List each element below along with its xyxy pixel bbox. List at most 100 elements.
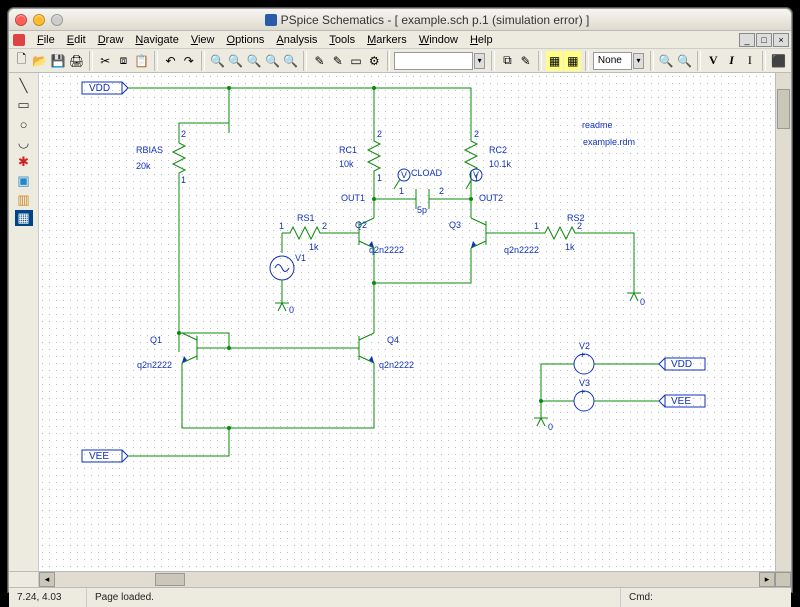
zoom-area-icon[interactable]: 🔍 xyxy=(264,51,281,71)
undo-icon[interactable]: ↶ xyxy=(162,51,179,71)
draw-bus-icon[interactable]: ✎ xyxy=(329,51,346,71)
text-marker-icon[interactable]: I xyxy=(741,51,758,71)
schematic-canvas[interactable]: VDD VEE 2 1 RBIAS 20k 2 1 RC1 10k 2 1 RC… xyxy=(39,73,775,571)
q2-ref: Q2 xyxy=(355,220,367,230)
svg-text:0: 0 xyxy=(289,305,294,315)
layer-combo[interactable]: None xyxy=(593,52,632,70)
pin-1: 2 xyxy=(181,129,186,139)
scroll-right-button[interactable]: ▸ xyxy=(759,572,775,587)
mdi-close-button[interactable]: × xyxy=(773,33,789,47)
menu-edit[interactable]: Edit xyxy=(61,32,92,48)
status-message: Page loaded. xyxy=(87,588,621,607)
port-palette-icon[interactable]: ▣ xyxy=(13,172,35,190)
rect-tool-icon[interactable]: ▭ xyxy=(13,96,35,114)
part-combo[interactable] xyxy=(394,52,473,70)
marker-vdiff-icon[interactable]: V xyxy=(705,51,722,71)
readme-title: readme xyxy=(582,120,613,130)
menu-markers[interactable]: Markers xyxy=(361,32,413,48)
menu-navigate[interactable]: Navigate xyxy=(129,32,184,48)
menu-file[interactable]: File xyxy=(31,32,61,48)
status-coord: 7.24, 4.03 xyxy=(9,588,87,607)
q4-mdl: q2n2222 xyxy=(379,360,414,370)
rbias-val: 20k xyxy=(136,161,151,171)
menu-bar: File Edit Draw Navigate View Options Ana… xyxy=(9,31,791,49)
print-icon[interactable]: 🖨 xyxy=(68,51,85,71)
v1-ref: V1 xyxy=(295,253,306,263)
svg-text:+: + xyxy=(580,350,585,360)
rc1-ref: RC1 xyxy=(339,145,357,155)
port-vee-bot: VEE xyxy=(89,451,109,462)
v2-ref: V2 xyxy=(579,341,590,351)
vertical-scroll-thumb[interactable] xyxy=(777,89,790,129)
open-file-icon[interactable]: 📂 xyxy=(31,51,48,71)
save-file-icon[interactable]: 💾 xyxy=(50,51,67,71)
rs1-ref: RS1 xyxy=(297,213,315,223)
cload-ref: CLOAD xyxy=(411,168,443,178)
paste-icon[interactable]: 📋 xyxy=(133,51,150,71)
edit-attr-icon[interactable]: ✎ xyxy=(517,51,534,71)
app-menu-icon[interactable] xyxy=(13,34,25,46)
menu-draw[interactable]: Draw xyxy=(92,32,130,48)
port-vee-r: VEE xyxy=(671,396,691,407)
line-tool-icon[interactable]: ╲ xyxy=(13,77,35,95)
scroll-corner xyxy=(775,572,791,587)
arc-tool-icon[interactable]: ◡ xyxy=(13,134,35,152)
mac-titlebar: PSpice Schematics - [ example.sch p.1 (s… xyxy=(9,9,791,31)
part-combo-dropdown[interactable]: ▾ xyxy=(474,53,485,69)
marker-i-icon[interactable]: 🔍 xyxy=(676,51,693,71)
zoom-fit-icon[interactable]: 🔍 xyxy=(282,51,299,71)
svg-text:2: 2 xyxy=(377,129,382,139)
simulate-icon[interactable]: ▦ xyxy=(546,51,563,71)
power-palette-icon[interactable]: ▦ xyxy=(15,210,33,226)
menu-window[interactable]: Window xyxy=(413,32,464,48)
close-window-button[interactable] xyxy=(15,14,27,26)
net-out2: OUT2 xyxy=(479,193,503,203)
get-part-icon[interactable]: ⧉ xyxy=(499,51,516,71)
menu-options[interactable]: Options xyxy=(221,32,271,48)
marker-idiff-icon[interactable]: I xyxy=(723,51,740,71)
vertical-scrollbar[interactable] xyxy=(775,73,791,571)
mdi-minimize-button[interactable]: _ xyxy=(739,33,755,47)
svg-text:1: 1 xyxy=(279,221,284,231)
q1-ref: Q1 xyxy=(150,335,162,345)
ground-palette-icon[interactable]: ▥ xyxy=(13,191,35,209)
horizontal-scroll-thumb[interactable] xyxy=(155,573,185,586)
rc2-ref: RC2 xyxy=(489,145,507,155)
menu-tools[interactable]: Tools xyxy=(323,32,361,48)
rs2-val: 1k xyxy=(565,242,575,252)
scroll-left-button[interactable]: ◂ xyxy=(39,572,55,587)
rbias-ref: RBIAS xyxy=(136,145,163,155)
menu-help[interactable]: Help xyxy=(464,32,499,48)
main-toolbar: 🗋 📂 💾 🖨 ✂ ⧈ 📋 ↶ ↷ 🔍 🔍 🔍 🔍 🔍 ✎ ✎ ▭ ⚙ ▾ ⧉ … xyxy=(9,49,791,73)
menu-view[interactable]: View xyxy=(185,32,221,48)
svg-text:1: 1 xyxy=(534,221,539,231)
circle-tool-icon[interactable]: ○ xyxy=(13,115,35,133)
zoom-out-icon[interactable]: 🔍 xyxy=(246,51,263,71)
svg-text:1: 1 xyxy=(377,173,382,183)
draw-text-icon[interactable]: ▭ xyxy=(347,51,364,71)
cut-icon[interactable]: ✂ xyxy=(97,51,114,71)
new-file-icon[interactable]: 🗋 xyxy=(13,51,30,71)
status-cmd: Cmd: xyxy=(621,588,791,607)
copy-icon[interactable]: ⧈ xyxy=(115,51,132,71)
color-icon[interactable]: ⬛ xyxy=(770,51,787,71)
layer-combo-dropdown[interactable]: ▾ xyxy=(633,53,644,69)
status-bar: 7.24, 4.03 Page loaded. Cmd: xyxy=(9,587,791,607)
draw-wire-icon[interactable]: ✎ xyxy=(311,51,328,71)
zoom-tool-icon[interactable]: 🔍 xyxy=(209,51,226,71)
menu-analysis[interactable]: Analysis xyxy=(270,32,323,48)
place-part-icon[interactable]: ⚙ xyxy=(366,51,383,71)
results-icon[interactable]: ▦ xyxy=(564,51,581,71)
zoom-in-icon[interactable]: 🔍 xyxy=(227,51,244,71)
schematic-svg: VDD VEE 2 1 RBIAS 20k 2 1 RC1 10k 2 1 RC… xyxy=(39,73,775,571)
part-palette-icon[interactable]: ✱ xyxy=(13,153,35,171)
zoom-window-button[interactable] xyxy=(51,14,63,26)
mdi-maximize-button[interactable]: □ xyxy=(756,33,772,47)
net-out1: OUT1 xyxy=(341,193,365,203)
redo-icon[interactable]: ↷ xyxy=(180,51,197,71)
marker-v-icon[interactable]: 🔍 xyxy=(658,51,675,71)
horizontal-scrollbar[interactable] xyxy=(55,572,759,587)
pin-2: 1 xyxy=(181,175,186,185)
minimize-window-button[interactable] xyxy=(33,14,45,26)
svg-text:+: + xyxy=(580,387,585,397)
